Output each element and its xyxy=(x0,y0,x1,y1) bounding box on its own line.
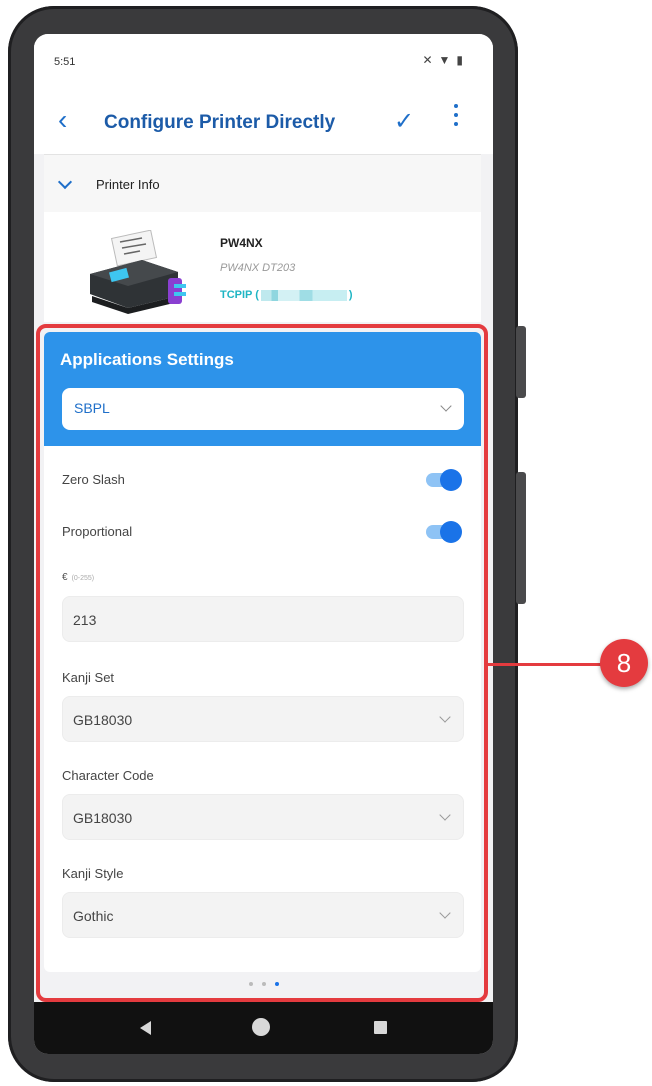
status-time: 5:51 xyxy=(54,56,76,68)
mute-icon: ✕ xyxy=(422,53,433,67)
printer-info-label: Printer Info xyxy=(96,177,160,192)
callout-badge: 8 xyxy=(600,639,648,687)
check-icon[interactable]: ✓ xyxy=(394,107,414,136)
redacted-address xyxy=(260,289,347,301)
connection-suffix: ) xyxy=(348,289,353,301)
highlight-box xyxy=(36,324,488,1002)
page-title: Configure Printer Directly xyxy=(104,112,336,133)
chevron-down-icon xyxy=(57,174,73,190)
printer-info-header[interactable]: Printer Info xyxy=(44,154,481,214)
app-bar: ‹ Configure Printer Directly ✓ xyxy=(34,90,493,154)
printer-subtitle: PW4NX DT203 xyxy=(220,262,296,274)
nav-recents-icon[interactable] xyxy=(374,1021,387,1034)
status-bar: 5:51 ✕ ▼ ▮ xyxy=(34,34,493,90)
callout-line xyxy=(488,663,604,666)
wifi-icon: ▼ xyxy=(438,53,451,67)
volume-button xyxy=(516,326,526,398)
status-icons: ✕ ▼ ▮ xyxy=(422,53,463,67)
printer-model: PW4NX xyxy=(220,236,263,250)
connection-prefix: TCPIP ( xyxy=(220,289,259,301)
printer-card: PW4NX PW4NX DT203 TCPIP () xyxy=(44,212,481,322)
printer-image xyxy=(90,230,186,314)
battery-icon: ▮ xyxy=(456,53,463,67)
more-options-icon[interactable] xyxy=(452,104,460,126)
nav-back-icon[interactable] xyxy=(140,1021,151,1035)
nav-home-icon[interactable] xyxy=(252,1018,270,1036)
printer-connection: TCPIP () xyxy=(220,289,353,301)
system-nav-bar xyxy=(34,1002,493,1054)
power-button xyxy=(516,472,526,604)
back-icon[interactable]: ‹ xyxy=(58,106,67,134)
